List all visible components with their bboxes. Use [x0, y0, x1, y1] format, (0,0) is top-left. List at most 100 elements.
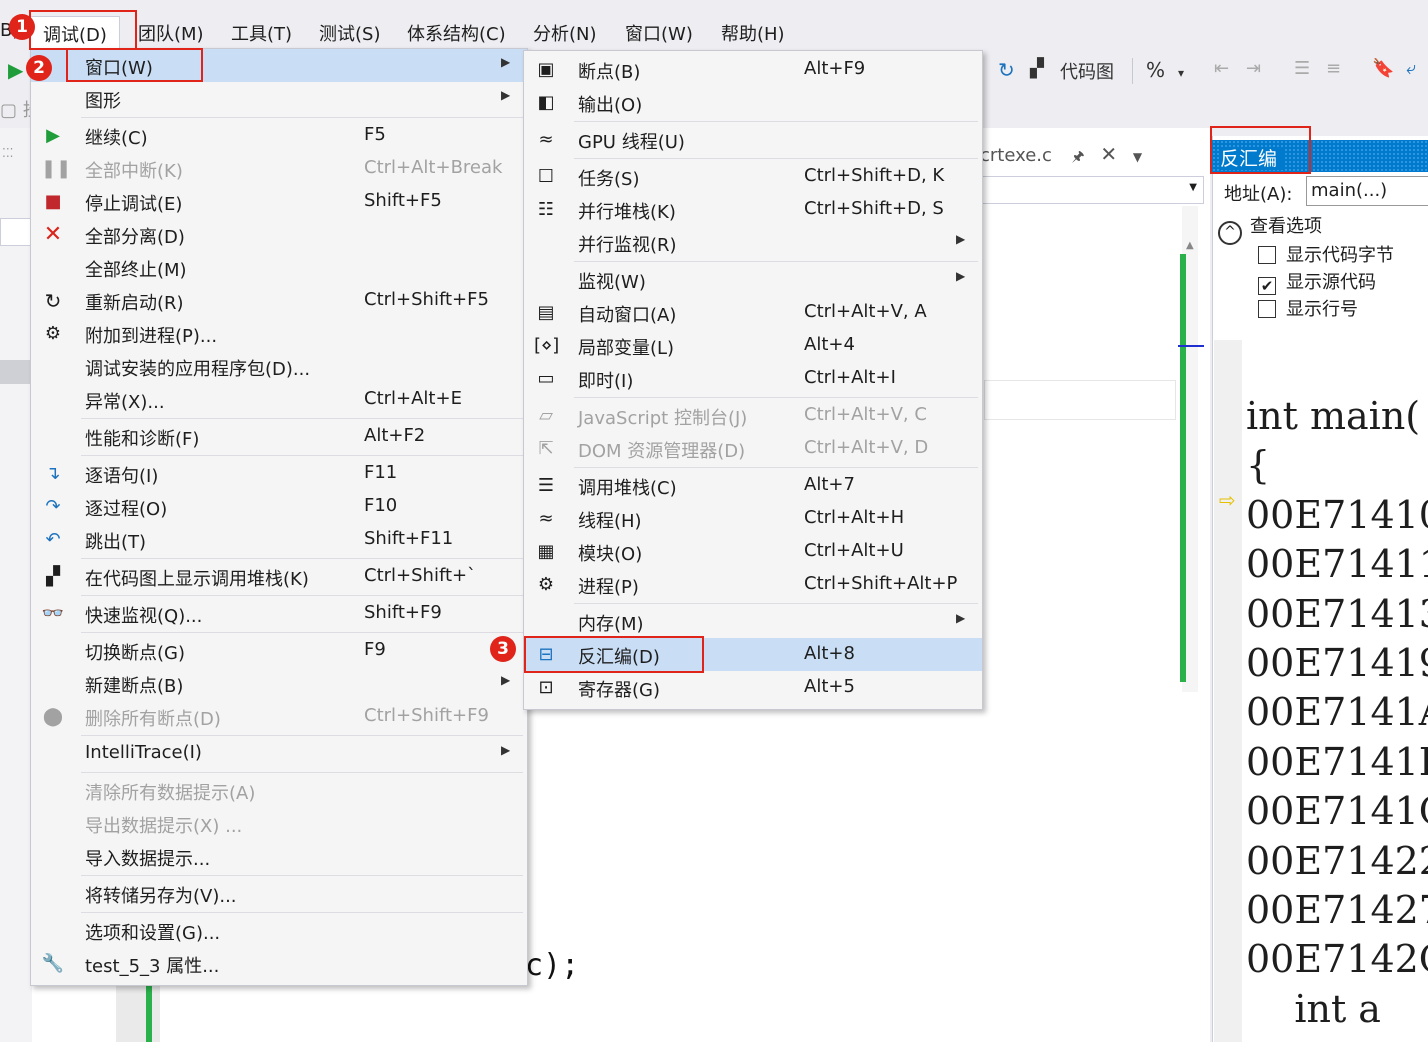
stop-icon: ■: [44, 191, 62, 212]
editor-tab-crtexe[interactable]: crtexe.c 🖈 ✕ ▼: [980, 142, 1206, 172]
submenu-item-call-stack[interactable]: ☰ 调用堆栈(C) Alt+7: [524, 469, 982, 502]
option-show-source[interactable]: ✔ 显示源代码: [1258, 268, 1376, 295]
outdent-icon[interactable]: ⇥: [1246, 58, 1261, 79]
menu-architecture[interactable]: 体系结构(C): [407, 20, 506, 46]
menu-analyze[interactable]: 分析(N): [533, 20, 597, 46]
address-row: 地址(A): main(...): [1216, 176, 1428, 208]
submenu-item-parallel-stacks[interactable]: ☷ 并行堆栈(K) Ctrl+Shift+D, S: [524, 193, 982, 226]
menu-item-show-call-stack-codemap[interactable]: ▞ 在代码图上显示调用堆栈(K) Ctrl+Shift+`: [31, 560, 527, 593]
menu-item-debug-app-package[interactable]: 调试安装的应用程序包(D)...: [31, 350, 527, 383]
address-input[interactable]: main(...): [1306, 176, 1428, 206]
toolbar: ↻ ▞ 代码图 % ▾ ⇤ ⇥ ☰ ≡ 🔖 ⤶: [980, 52, 1428, 90]
menu-item-label: 并行监视(R): [578, 235, 677, 256]
menu-item-label: GPU 线程(U): [578, 132, 685, 153]
comment-icon[interactable]: ☰: [1294, 58, 1310, 79]
option-show-code-bytes[interactable]: 显示代码字节: [1258, 241, 1394, 267]
submenu-item-tasks[interactable]: ☐ 任务(S) Ctrl+Shift+D, K: [524, 160, 982, 193]
glasses-icon: 👓: [41, 603, 65, 624]
menu-item-terminate-all[interactable]: 全部终止(M): [31, 251, 527, 284]
menu-item-label: 导出数据提示(X) ...: [85, 816, 243, 837]
submenu-item-watch[interactable]: 监视(W) ▶: [524, 263, 982, 296]
menu-item-step-out[interactable]: ↶ 跳出(T) Shift+F11: [31, 523, 527, 556]
menu-window[interactable]: 窗口(W): [625, 20, 693, 46]
submenu-item-output[interactable]: ◧ 输出(O): [524, 86, 982, 119]
code-line: int a: [1246, 986, 1381, 1031]
code-line: 00E7142C: [1246, 937, 1428, 982]
annotation-box-debug-menu: [29, 10, 137, 50]
menu-item-label: 全部中断(K): [85, 161, 183, 182]
menu-item-quick-watch[interactable]: 👓 快速监视(Q)... Shift+F9: [31, 597, 527, 630]
menu-item-shortcut: Ctrl+Shift+F5: [364, 289, 489, 310]
option-label: 显示行号: [1286, 299, 1358, 320]
checkbox-show-source[interactable]: ✔: [1258, 277, 1276, 295]
menu-test[interactable]: 测试(S): [319, 20, 380, 46]
menu-item-save-dump[interactable]: 将转储另存为(V)...: [31, 877, 527, 910]
submenu-item-parallel-watch[interactable]: 并行监视(R) ▶: [524, 226, 982, 259]
menu-item-intellitrace[interactable]: IntelliTrace(I) ▶: [31, 737, 527, 770]
codemap-button[interactable]: 代码图: [1060, 58, 1114, 84]
chevron-down-icon[interactable]: ▼: [1133, 150, 1142, 164]
menu-item-project-properties[interactable]: 🔧 test_5_3 属性...: [31, 947, 527, 980]
option-show-line-numbers[interactable]: 显示行号: [1258, 295, 1358, 321]
submenu-item-memory[interactable]: 内存(M) ▶: [524, 605, 982, 638]
menu-help[interactable]: 帮助(H): [721, 20, 785, 46]
submenu-item-gpu-threads[interactable]: ≈ GPU 线程(U): [524, 123, 982, 156]
submenu-item-threads[interactable]: ≈ 线程(H) Ctrl+Alt+H: [524, 502, 982, 535]
indent-icon[interactable]: ⇤: [1214, 58, 1229, 79]
menu-item-shortcut: Shift+F11: [364, 528, 454, 549]
start-icon[interactable]: ▶: [8, 58, 23, 82]
menu-item-label: 调用堆栈(C): [578, 478, 677, 499]
menu-item-import-datatips[interactable]: 导入数据提示...: [31, 840, 527, 873]
grip-icon: ⁚⁚⁚: [2, 146, 14, 160]
menu-item-label: 线程(H): [578, 511, 642, 532]
left-combo-fragment[interactable]: [0, 218, 32, 246]
menu-item-exceptions[interactable]: 异常(X)... Ctrl+Alt+E: [31, 383, 527, 416]
chevron-up-icon[interactable]: ^: [1218, 221, 1242, 245]
next-bookmark-icon[interactable]: ⤶: [1406, 58, 1416, 79]
menu-item-options[interactable]: 选项和设置(G)...: [31, 914, 527, 947]
menu-item-restart[interactable]: ↻ 重新启动(R) Ctrl+Shift+F5: [31, 284, 527, 317]
registers-icon: ⊡: [538, 677, 554, 698]
chevron-down-icon[interactable]: ▾: [1178, 66, 1184, 80]
codemap-icon[interactable]: ▞: [1030, 58, 1044, 79]
menu-item-label: 在代码图上显示调用堆栈(K): [85, 569, 309, 590]
menu-item-detach-all[interactable]: ✕ 全部分离(D): [31, 218, 527, 251]
submenu-item-breakpoints[interactable]: ▣ 断点(B) Alt+F9: [524, 53, 982, 86]
menu-item-new-breakpoint[interactable]: 新建断点(B) ▶: [31, 667, 527, 700]
menu-item-attach-to-process[interactable]: ⚙ 附加到进程(P)...: [31, 317, 527, 350]
disassembly-code[interactable]: int main({00E71410 00E71411 00E71413 00E714…: [1246, 392, 1428, 1034]
percent-icon[interactable]: %: [1146, 58, 1165, 82]
menu-item-stop-debugging[interactable]: ■ 停止调试(E) Shift+F5: [31, 185, 527, 218]
menu-tools[interactable]: 工具(T): [231, 20, 292, 46]
menu-item-step-into[interactable]: ↴ 逐语句(I) F11: [31, 457, 527, 490]
redo-icon[interactable]: ↻: [998, 58, 1015, 82]
menu-item-export-datatips: 导出数据提示(X) ...: [31, 807, 527, 840]
pin-icon[interactable]: 🖈: [1072, 149, 1085, 165]
checkbox-show-line-numbers[interactable]: [1258, 300, 1276, 318]
codemap-icon: ▞: [46, 566, 60, 587]
menu-team[interactable]: 团队(M): [138, 20, 204, 46]
menu-item-shortcut: Ctrl+Shift+Alt+P: [804, 573, 958, 594]
submenu-item-locals[interactable]: [⋄] 局部变量(L) Alt+4: [524, 329, 982, 362]
menu-item-performance[interactable]: 性能和诊断(F) Alt+F2: [31, 420, 527, 453]
menu-item-step-over[interactable]: ↷ 逐过程(O) F10: [31, 490, 527, 523]
checkbox-show-code-bytes[interactable]: [1258, 246, 1276, 264]
navigation-combo[interactable]: ▼: [980, 176, 1204, 204]
menu-item-graphics[interactable]: 图形 ▶: [31, 82, 527, 115]
view-options-toggle[interactable]: ^ 查看选项: [1218, 212, 1322, 245]
menu-item-label: 快速监视(Q)...: [85, 606, 203, 627]
menu-item-continue[interactable]: ▶ 继续(C) F5: [31, 119, 527, 152]
close-icon[interactable]: ✕: [1100, 142, 1117, 166]
submenu-item-modules[interactable]: ▦ 模块(O) Ctrl+Alt+U: [524, 535, 982, 568]
menu-item-shortcut: Ctrl+Alt+I: [804, 367, 896, 388]
parallel-stacks-icon: ☷: [537, 199, 555, 220]
submenu-item-immediate[interactable]: ▭ 即时(I) Ctrl+Alt+I: [524, 362, 982, 395]
submenu-item-autos[interactable]: ▤ 自动窗口(A) Ctrl+Alt+V, A: [524, 296, 982, 329]
menu-item-toggle-breakpoint[interactable]: 切换断点(G) F9: [31, 634, 527, 667]
submenu-item-processes[interactable]: ⚙ 进程(P) Ctrl+Shift+Alt+P: [524, 568, 982, 601]
bookmark-icon[interactable]: 🔖: [1372, 58, 1394, 79]
uncomment-icon[interactable]: ≡: [1326, 58, 1341, 79]
scroll-up-icon[interactable]: ▲: [1186, 240, 1194, 251]
gears-icon: ⚙: [537, 574, 555, 595]
submenu-item-registers[interactable]: ⊡ 寄存器(G) Alt+5: [524, 671, 982, 704]
